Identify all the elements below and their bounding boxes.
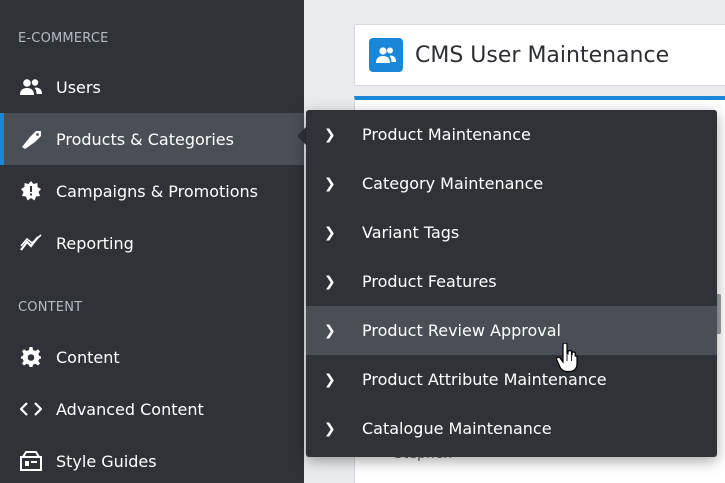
sidebar-item-products-categories[interactable]: Products & Categories <box>0 113 304 165</box>
submenu-item-label: Category Maintenance <box>362 174 544 193</box>
code-icon <box>20 398 42 420</box>
sidebar-item-style-guides[interactable]: Style Guides <box>0 435 304 483</box>
sidebar-item-users[interactable]: Users <box>0 61 304 113</box>
chevron-right-icon: ❯ <box>324 126 336 143</box>
chevron-right-icon: ❯ <box>324 420 336 437</box>
section-label-ecommerce: E-COMMERCE <box>18 31 109 46</box>
submenu-item-catalogue-maintenance[interactable]: ❯ Catalogue Maintenance <box>306 404 717 453</box>
chart-line-icon <box>20 232 42 254</box>
submenu-item-product-features[interactable]: ❯ Product Features <box>306 257 717 306</box>
submenu-item-label: Product Maintenance <box>362 125 531 144</box>
sidebar-item-label: Users <box>56 77 101 97</box>
sidebar-item-content[interactable]: Content <box>0 331 304 383</box>
sidebar-item-label: Style Guides <box>56 451 157 471</box>
submenu-item-label: Product Features <box>362 272 497 291</box>
sidebar-item-reporting[interactable]: Reporting <box>0 217 304 269</box>
sidebar-item-label: Advanced Content <box>56 399 204 419</box>
submenu-item-product-maintenance[interactable]: ❯ Product Maintenance <box>306 110 717 159</box>
sidebar-item-advanced-content[interactable]: Advanced Content <box>0 383 304 435</box>
page-title-box: CMS User Maintenance <box>354 24 725 86</box>
palette-box-icon <box>20 450 42 472</box>
sidebar: E-COMMERCE Users Products & Categories C… <box>0 0 304 483</box>
submenu-item-category-maintenance[interactable]: ❯ Category Maintenance <box>306 159 717 208</box>
hand-cursor-icon <box>555 342 578 373</box>
sidebar-item-label: Content <box>56 347 120 367</box>
products-submenu: ❯ Product Maintenance ❯ Category Mainten… <box>306 110 717 457</box>
chevron-right-icon: ❯ <box>324 371 336 388</box>
submenu-item-label: Catalogue Maintenance <box>362 419 552 438</box>
chevron-right-icon: ❯ <box>324 224 336 241</box>
gear-icon <box>20 346 42 368</box>
section-label-content: CONTENT <box>18 300 83 315</box>
page-title: CMS User Maintenance <box>415 42 670 68</box>
submenu-item-variant-tags[interactable]: ❯ Variant Tags <box>306 208 717 257</box>
submenu-item-label: Product Review Approval <box>362 321 561 340</box>
users-icon <box>20 76 42 98</box>
chevron-right-icon: ❯ <box>324 273 336 290</box>
sidebar-item-label: Campaigns & Promotions <box>56 181 258 201</box>
submenu-item-product-review-approval[interactable]: ❯ Product Review Approval <box>306 306 717 355</box>
submenu-item-label: Variant Tags <box>362 223 460 242</box>
users-icon <box>369 38 403 72</box>
badge-icon <box>20 180 42 202</box>
sidebar-item-campaigns-promotions[interactable]: Campaigns & Promotions <box>0 165 304 217</box>
sidebar-item-label: Products & Categories <box>56 129 234 149</box>
chevron-right-icon: ❯ <box>324 175 336 192</box>
chevron-right-icon: ❯ <box>324 322 336 339</box>
sidebar-item-label: Reporting <box>56 233 134 253</box>
tag-icon <box>20 128 42 150</box>
submenu-item-product-attribute-maintenance[interactable]: ❯ Product Attribute Maintenance <box>306 355 717 404</box>
